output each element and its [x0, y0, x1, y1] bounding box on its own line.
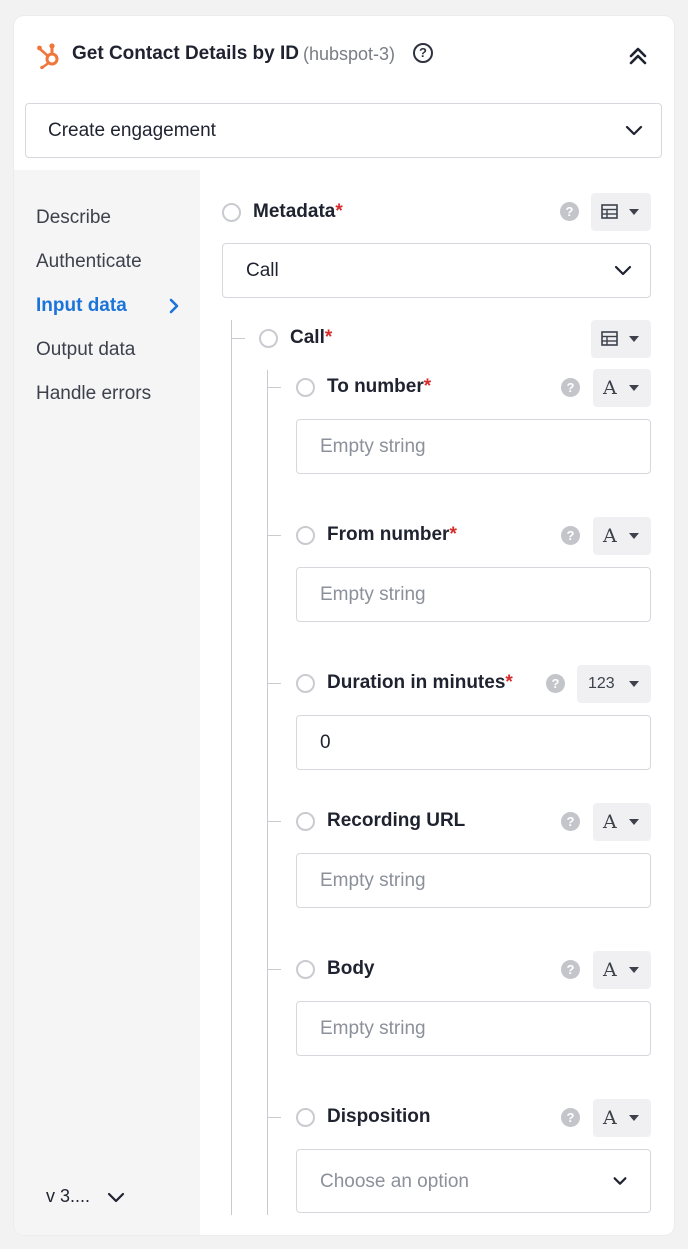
help-icon[interactable]: ?	[561, 378, 580, 397]
duration-radio[interactable]	[296, 674, 315, 693]
to-number-label: To number*	[327, 376, 432, 397]
body-input[interactable]: Empty string	[296, 1001, 651, 1056]
tree-connector	[267, 535, 281, 536]
type-selector-button[interactable]	[591, 320, 651, 358]
type-selector-button[interactable]: 123	[577, 665, 651, 703]
table-icon	[601, 331, 618, 346]
to-number-placeholder: Empty string	[320, 436, 426, 457]
disposition-select[interactable]: Choose an option	[296, 1149, 651, 1213]
caret-down-icon	[629, 819, 639, 825]
recording-url-label: Recording URL	[327, 810, 466, 831]
table-icon	[601, 204, 618, 219]
text-type-icon: A	[603, 1107, 617, 1129]
type-selector-button[interactable]	[591, 193, 651, 231]
type-selector-button[interactable]: A	[593, 951, 651, 989]
double-chevron-up-icon[interactable]	[626, 44, 650, 68]
sidebar-item-input-data[interactable]: Input data	[36, 295, 127, 317]
to-number-input[interactable]: Empty string	[296, 419, 651, 474]
caret-down-icon	[629, 336, 639, 342]
chevron-down-icon	[613, 1177, 627, 1185]
step-title: Get Contact Details by ID	[72, 43, 299, 64]
body-label: Body	[327, 958, 375, 979]
tree-connector	[267, 683, 281, 684]
from-number-label: From number*	[327, 524, 457, 545]
disposition-placeholder: Choose an option	[320, 1171, 469, 1192]
chevron-down-icon[interactable]	[106, 1188, 126, 1208]
from-number-radio[interactable]	[296, 526, 315, 545]
sidebar-item-output-data[interactable]: Output data	[36, 339, 135, 361]
tree-line	[267, 370, 268, 1215]
chevron-right-icon	[169, 298, 179, 314]
caret-down-icon	[629, 385, 639, 391]
body-placeholder: Empty string	[320, 1018, 426, 1039]
sidebar-item-handle-errors[interactable]: Handle errors	[36, 383, 151, 405]
from-number-placeholder: Empty string	[320, 584, 426, 605]
type-selector-button[interactable]: A	[593, 517, 651, 555]
tree-connector	[231, 338, 245, 339]
step-card: Get Contact Details by ID (hubspot-3) ? …	[14, 16, 674, 1235]
call-radio[interactable]	[259, 329, 278, 348]
help-icon[interactable]: ?	[413, 43, 433, 63]
chevron-down-icon	[614, 265, 632, 276]
tree-connector	[267, 821, 281, 822]
tree-line	[231, 320, 232, 1215]
recording-url-radio[interactable]	[296, 812, 315, 831]
caret-down-icon	[629, 967, 639, 973]
from-number-input[interactable]: Empty string	[296, 567, 651, 622]
text-type-icon: A	[603, 525, 617, 547]
caret-down-icon	[629, 681, 639, 687]
duration-value: 0	[320, 732, 331, 753]
metadata-select-value: Call	[246, 260, 279, 281]
chevron-down-icon	[625, 125, 643, 136]
text-type-icon: A	[603, 959, 617, 981]
call-label: Call*	[290, 327, 333, 348]
type-selector-button[interactable]: A	[593, 369, 651, 407]
action-select-value: Create engagement	[48, 120, 216, 141]
hubspot-logo-icon	[37, 43, 59, 69]
type-selector-button[interactable]: A	[593, 1099, 651, 1137]
sidebar-item-authenticate[interactable]: Authenticate	[36, 251, 142, 273]
caret-down-icon	[629, 1115, 639, 1121]
number-type-icon: 123	[588, 675, 615, 692]
sidebar: Describe Authenticate Input data Output …	[14, 170, 200, 1235]
tree-connector	[267, 1117, 281, 1118]
to-number-radio[interactable]	[296, 378, 315, 397]
text-type-icon: A	[603, 811, 617, 833]
body-radio[interactable]	[296, 960, 315, 979]
help-icon[interactable]: ?	[561, 812, 580, 831]
tree-connector	[267, 969, 281, 970]
metadata-label: Metadata*	[253, 201, 343, 222]
step-header: Get Contact Details by ID (hubspot-3) ?	[14, 16, 674, 92]
recording-url-placeholder: Empty string	[320, 870, 426, 891]
sidebar-item-describe[interactable]: Describe	[36, 207, 111, 229]
metadata-select[interactable]: Call	[222, 243, 651, 298]
help-icon[interactable]: ?	[561, 960, 580, 979]
action-select[interactable]: Create engagement	[25, 103, 662, 158]
recording-url-input[interactable]: Empty string	[296, 853, 651, 908]
caret-down-icon	[629, 533, 639, 539]
help-icon[interactable]: ?	[560, 202, 579, 221]
help-icon[interactable]: ?	[561, 1108, 580, 1127]
version-label[interactable]: v 3....	[46, 1186, 90, 1207]
help-icon[interactable]: ?	[546, 674, 565, 693]
metadata-radio[interactable]	[222, 203, 241, 222]
caret-down-icon	[629, 209, 639, 215]
disposition-label: Disposition	[327, 1106, 431, 1127]
type-selector-button[interactable]: A	[593, 803, 651, 841]
step-subtitle: (hubspot-3)	[303, 44, 396, 64]
duration-input[interactable]: 0	[296, 715, 651, 770]
text-type-icon: A	[603, 377, 617, 399]
disposition-radio[interactable]	[296, 1108, 315, 1127]
tree-connector	[267, 387, 281, 388]
help-icon[interactable]: ?	[561, 526, 580, 545]
duration-label: Duration in minutes*	[327, 672, 513, 693]
